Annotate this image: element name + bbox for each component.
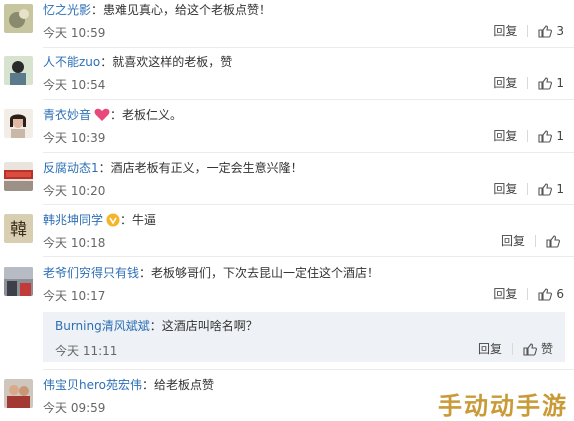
avatar[interactable] xyxy=(4,4,33,33)
reply-button[interactable]: 回复 xyxy=(493,24,517,38)
watermark-logo: 手动动手游 xyxy=(438,392,568,420)
like-count: 6 xyxy=(556,287,564,301)
comment-time: 10:54 xyxy=(70,78,106,92)
username-link[interactable]: 反腐动态1 xyxy=(43,161,99,175)
thumbs-up-icon xyxy=(546,234,560,248)
like-button[interactable] xyxy=(546,234,564,248)
comment-meta: 今天 10:54 xyxy=(43,78,106,92)
comment-meta: 今天 09:59 xyxy=(43,401,106,415)
sub-reply: Burning清风斌斌：这酒店叫啥名啊？ 今天 11:11 回复 赞 xyxy=(43,312,565,362)
like-label: 赞 xyxy=(540,342,553,356)
reply-button[interactable]: 回复 xyxy=(493,182,517,196)
username-link[interactable]: 伟宝贝hero苑宏伟 xyxy=(43,378,142,392)
divider xyxy=(511,343,513,355)
divider xyxy=(43,256,574,257)
divider xyxy=(527,183,529,195)
username-link[interactable]: 人不能zuo xyxy=(43,55,100,69)
comment-text: 就喜欢这样的老板，赞 xyxy=(112,55,233,69)
comment-text: 老板仁义。 xyxy=(122,108,183,122)
like-button[interactable]: 赞 xyxy=(523,342,553,356)
comment-time: 10:39 xyxy=(70,131,106,145)
divider xyxy=(535,235,536,247)
like-button[interactable]: 6 xyxy=(538,287,564,301)
divider xyxy=(43,99,574,100)
comment-text: 酒店老板有正义，一定会生意兴隆！ xyxy=(110,161,303,175)
thumbs-up-icon xyxy=(538,182,553,196)
divider xyxy=(527,25,529,37)
username-link[interactable]: 青衣妙音 xyxy=(43,108,91,122)
divider xyxy=(527,288,529,300)
reply-button[interactable]: 回复 xyxy=(478,342,502,356)
vip-badge-icon xyxy=(106,213,120,227)
avatar[interactable] xyxy=(4,109,33,138)
svg-text:韓: 韓 xyxy=(10,220,27,240)
like-count: 1 xyxy=(556,129,564,143)
comment-meta: 今天 10:59 xyxy=(43,26,106,40)
thumbs-up-icon xyxy=(523,342,537,356)
reply-button[interactable]: 回复 xyxy=(501,234,525,248)
heart-icon xyxy=(94,108,110,121)
comment-text: 给老板点赞 xyxy=(154,378,215,392)
avatar[interactable] xyxy=(4,162,33,191)
username-link[interactable]: Burning清风斌斌 xyxy=(55,319,150,333)
comment-time: 10:18 xyxy=(70,236,106,250)
comment-meta: 今天 10:39 xyxy=(43,131,106,145)
avatar[interactable] xyxy=(4,56,33,85)
comment-meta: 今天 10:18 xyxy=(43,236,106,250)
avatar[interactable] xyxy=(4,267,33,296)
thumbs-up-icon xyxy=(538,129,553,143)
like-button[interactable]: 1 xyxy=(538,76,564,90)
like-count: 3 xyxy=(556,24,564,38)
comment-text: 老板够哥们，下次去昆山一定住这个酒店！ xyxy=(151,266,380,280)
divider xyxy=(527,130,529,142)
comment-time: 10:59 xyxy=(70,26,106,40)
like-button[interactable]: 1 xyxy=(538,129,564,143)
comment-meta: 今天 11:11 xyxy=(55,344,118,358)
like-button[interactable]: 3 xyxy=(538,24,564,38)
divider xyxy=(527,77,529,89)
thumbs-up-icon xyxy=(538,76,553,90)
username-link[interactable]: 忆之光影 xyxy=(43,3,91,17)
like-count: 1 xyxy=(556,76,564,90)
reply-button[interactable]: 回复 xyxy=(493,287,517,301)
comment-time: 10:20 xyxy=(70,184,106,198)
comment-time: 09:59 xyxy=(70,401,106,415)
reply-button[interactable]: 回复 xyxy=(493,129,517,143)
username-link[interactable]: 老爷们穷得只有钱 xyxy=(43,266,139,280)
thumbs-up-icon xyxy=(538,287,553,301)
reply-button[interactable]: 回复 xyxy=(493,76,517,90)
comment-time: 10:17 xyxy=(70,289,106,303)
like-button[interactable]: 1 xyxy=(538,182,564,196)
comment-text: 患难见真心，给这个老板点赞！ xyxy=(103,3,272,17)
comment-text: 这酒店叫啥名啊？ xyxy=(161,319,258,333)
like-count: 1 xyxy=(556,182,564,196)
comment-time: 11:11 xyxy=(82,344,118,358)
divider xyxy=(43,47,574,48)
username-link[interactable]: 韩兆坤同学 xyxy=(43,213,103,227)
divider xyxy=(43,152,574,153)
comment-meta: 今天 10:17 xyxy=(43,289,106,303)
thumbs-up-icon xyxy=(538,24,553,38)
avatar[interactable] xyxy=(4,379,33,408)
comment-text: 牛逼 xyxy=(132,213,157,227)
divider xyxy=(43,204,574,205)
divider xyxy=(43,369,574,370)
avatar[interactable]: 韓 xyxy=(4,214,33,243)
comment-meta: 今天 10:20 xyxy=(43,184,106,198)
